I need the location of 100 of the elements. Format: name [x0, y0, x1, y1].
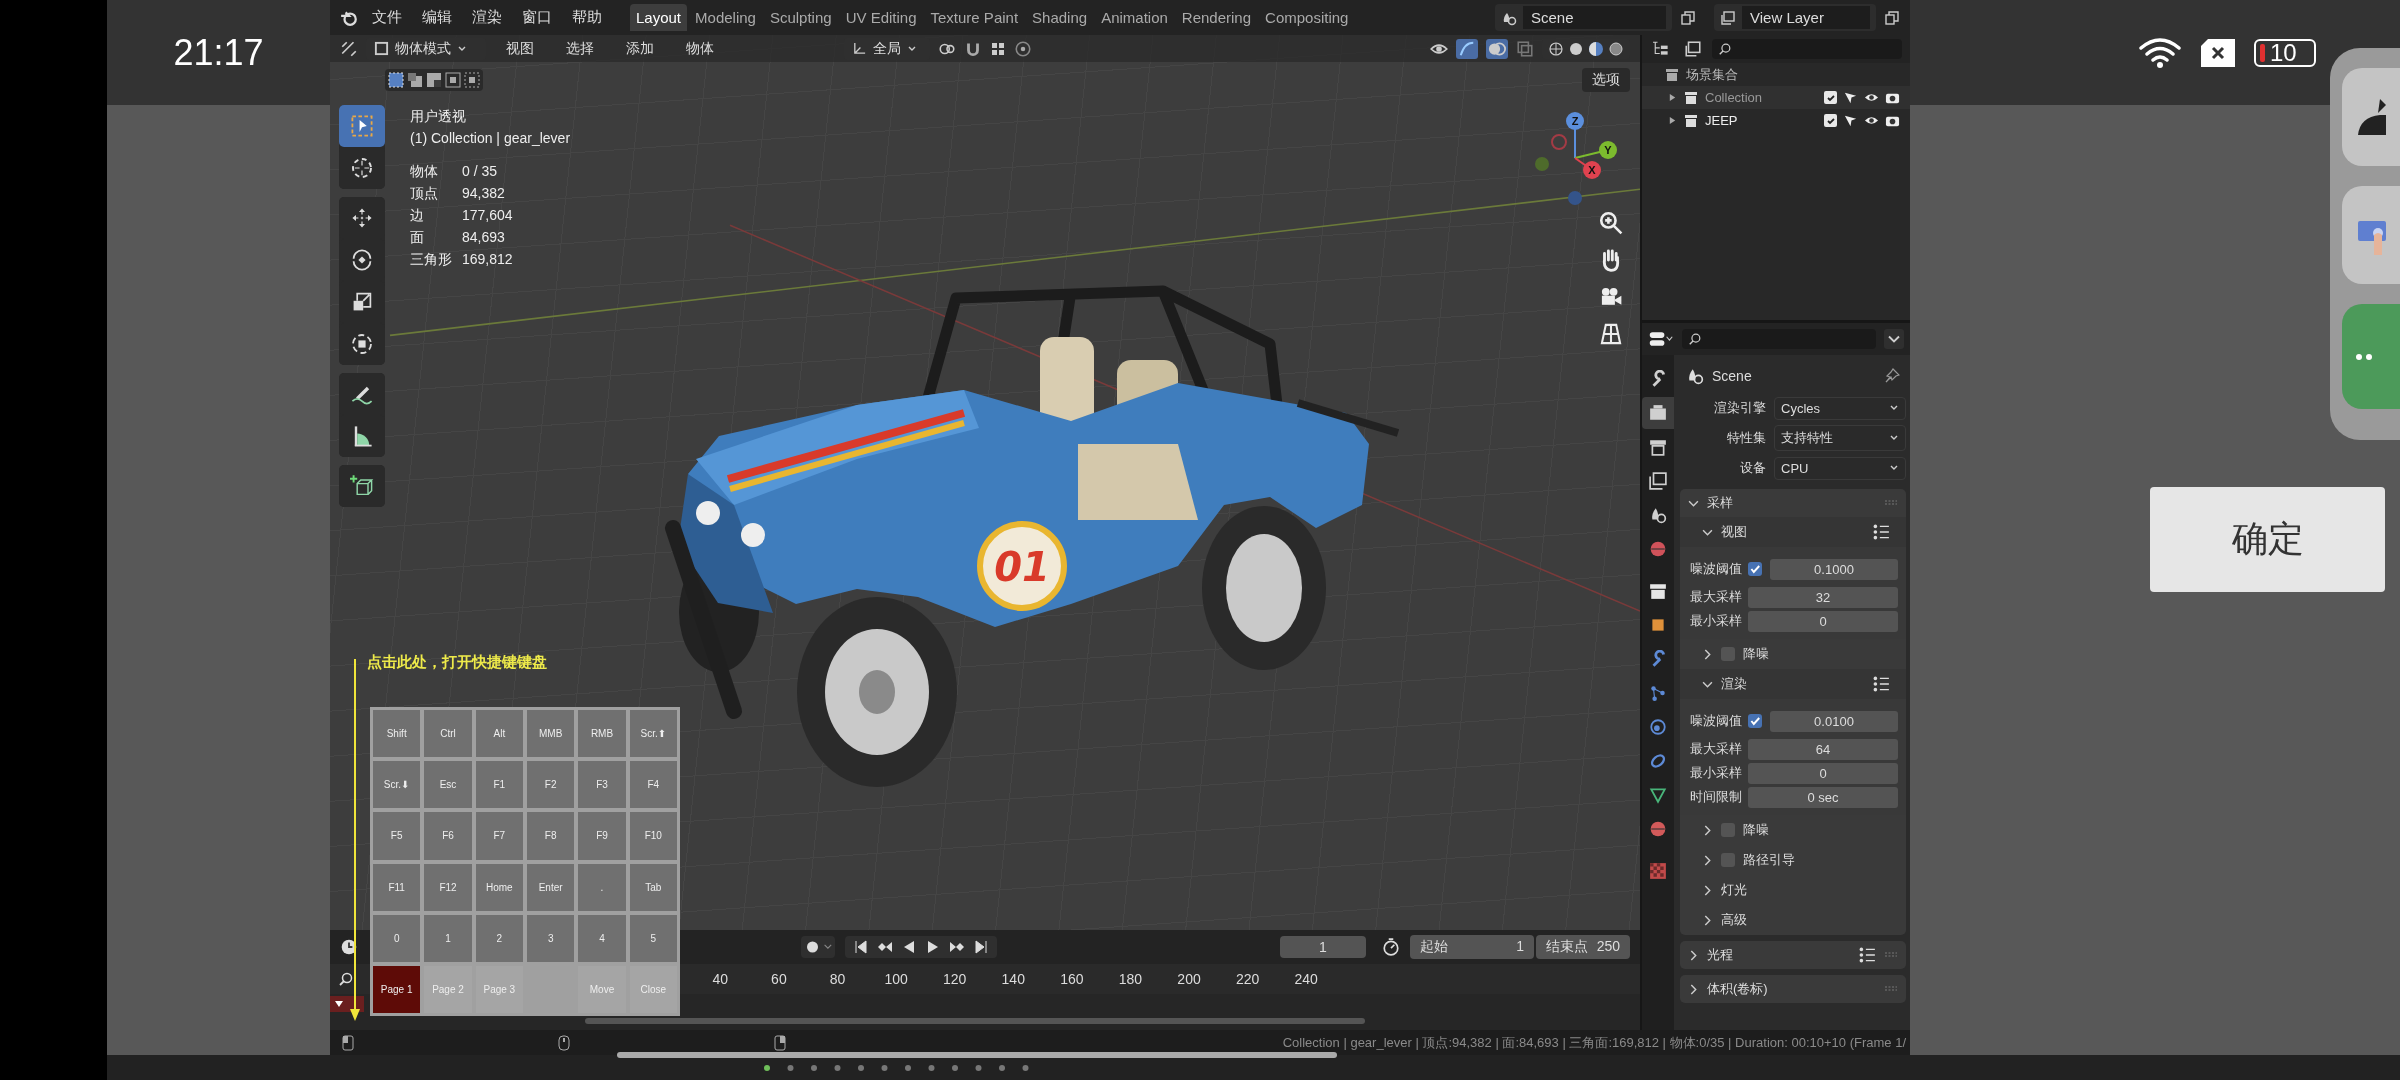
transform-icon[interactable]	[340, 39, 358, 58]
keyboard-key[interactable]: F9	[578, 812, 626, 860]
keyboard-key[interactable]: F1	[475, 761, 523, 809]
outliner-root[interactable]: 场景集合	[1686, 65, 1738, 84]
zoom-icon[interactable]	[1598, 210, 1624, 236]
search-icon[interactable]	[338, 971, 354, 987]
workspace-tab[interactable]: UV Editing	[839, 4, 923, 31]
panel-header[interactable]: 光程	[1680, 941, 1906, 969]
timeline-scrollbar[interactable]	[585, 1018, 1365, 1024]
snap-grid-icon[interactable]	[990, 40, 1006, 57]
keyboard-key[interactable]: RMB	[578, 710, 626, 758]
summary-row[interactable]	[330, 996, 364, 1012]
keyboard-key[interactable]: Home	[475, 863, 523, 911]
copy-icon[interactable]	[1680, 9, 1696, 26]
keyboard-hint[interactable]: 点击此处，打开快捷键键盘	[367, 653, 547, 672]
keyboard-key[interactable]: F2	[527, 761, 575, 809]
subpanel-header[interactable]: 视图	[1680, 517, 1906, 547]
keyboard-key[interactable]: Scr.⬆	[629, 710, 677, 758]
keyboard-key[interactable]: Esc	[424, 761, 472, 809]
dropdown-field[interactable]: 支持特性	[1774, 425, 1906, 451]
search-field[interactable]	[1682, 329, 1876, 349]
keyboard-key[interactable]: F11	[373, 863, 421, 911]
viewport-menu[interactable]: 物体	[674, 39, 726, 58]
viewport-menu[interactable]: 选择	[554, 39, 606, 58]
pointer-icon[interactable]	[1843, 113, 1858, 128]
keyboard-key[interactable]: 2	[475, 914, 523, 962]
next-keyframe-icon[interactable]	[949, 939, 965, 955]
axis-handle[interactable]	[1568, 191, 1582, 205]
keyboard-key[interactable]: Enter	[527, 863, 575, 911]
number-field[interactable]: 0.0100	[1770, 710, 1898, 732]
menu-item[interactable]: 窗口	[516, 8, 558, 27]
keyboard-key[interactable]: Alt	[475, 710, 523, 758]
start-frame-field[interactable]: 起始 1	[1410, 935, 1534, 959]
workspace-tab[interactable]: Animation	[1095, 4, 1174, 31]
jeep-drawing[interactable]: 01	[665, 285, 1400, 787]
xray-icon[interactable]	[1516, 39, 1534, 58]
expand-icon[interactable]	[1668, 93, 1677, 102]
keyboard-key[interactable]: MMB	[527, 710, 575, 758]
keyboard-key[interactable]: Tab	[629, 863, 677, 911]
filter-icon[interactable]	[1684, 40, 1702, 58]
gizmo-toggle-icon[interactable]	[1456, 38, 1478, 59]
editor-type-icon[interactable]	[1648, 330, 1674, 348]
number-field[interactable]: 0	[1748, 762, 1898, 784]
subpanel-header[interactable]: 降噪	[1680, 815, 1906, 845]
outliner-row[interactable]: JEEP	[1642, 109, 1910, 132]
current-frame-field[interactable]: 1	[1280, 936, 1366, 958]
subpanel-header[interactable]: 灯光	[1680, 875, 1906, 905]
number-field[interactable]: 0	[1748, 610, 1898, 632]
grip-icon[interactable]	[1884, 952, 1898, 958]
number-field[interactable]: 0.1000	[1770, 558, 1898, 580]
keyboard-key[interactable]: 1	[424, 914, 472, 962]
keyboard-key[interactable]: F6	[424, 812, 472, 860]
selection-modes[interactable]	[385, 69, 483, 91]
overlay-toggle-icon[interactable]	[1486, 38, 1508, 59]
view-layer-selector[interactable]: View Layer	[1714, 4, 1876, 31]
workspace-tab[interactable]: Modeling	[689, 4, 762, 31]
copy-icon[interactable]	[1884, 9, 1900, 26]
keyboard-key[interactable]: F8	[527, 812, 575, 860]
workspace-tab[interactable]: Rendering	[1175, 4, 1258, 31]
dropdown-icon[interactable]	[1884, 329, 1904, 349]
checkbox[interactable]	[1748, 714, 1762, 728]
keyboard-key[interactable]: 0	[373, 914, 421, 962]
menu-item[interactable]: 渲染	[466, 8, 508, 27]
keyboard-key[interactable]: .	[578, 863, 626, 911]
checkbox[interactable]	[1721, 647, 1735, 661]
list-icon[interactable]	[1858, 946, 1876, 964]
proportional-icon[interactable]	[1014, 39, 1032, 58]
keyboard-key[interactable]: F7	[475, 812, 523, 860]
workspace-tab[interactable]: Texture Paint	[924, 4, 1025, 31]
menu-item[interactable]: 编辑	[416, 8, 458, 27]
menu-item[interactable]: 文件	[366, 8, 408, 27]
viewport-menu[interactable]: 添加	[614, 39, 666, 58]
grid-icon[interactable]	[1598, 321, 1624, 347]
subpanel-header[interactable]: 降噪	[1680, 639, 1906, 669]
checkbox[interactable]	[1721, 823, 1735, 837]
scene-selector[interactable]: Scene	[1495, 4, 1672, 31]
expand-icon[interactable]	[1668, 116, 1677, 125]
pointer-icon[interactable]	[1843, 90, 1858, 105]
panel-header[interactable]: 体积(卷标)	[1680, 975, 1906, 1003]
checkbox[interactable]	[1824, 91, 1837, 104]
end-frame-field[interactable]: 结束点 250	[1536, 935, 1630, 959]
keyboard-key[interactable]: Ctrl	[424, 710, 472, 758]
axis-handle[interactable]	[1574, 157, 1601, 179]
number-field[interactable]: 64	[1748, 738, 1898, 760]
panel-header[interactable]: 采样	[1680, 489, 1906, 517]
jump-start-icon[interactable]	[853, 939, 869, 955]
keyboard-key[interactable]: 5	[629, 914, 677, 962]
keyboard-key[interactable]: F3	[578, 761, 626, 809]
confirm-button[interactable]: 确定	[2150, 487, 2385, 592]
viewport-menu[interactable]: 视图	[494, 39, 546, 58]
grip-icon[interactable]	[1884, 500, 1898, 506]
workspace-tab[interactable]: Compositing	[1259, 4, 1355, 31]
axis-handle[interactable]	[1574, 141, 1617, 159]
jump-end-icon[interactable]	[973, 939, 989, 955]
number-field[interactable]: 0 sec	[1748, 786, 1898, 808]
dropdown-field[interactable]: CPU	[1774, 456, 1906, 480]
add-cube-tool[interactable]	[339, 465, 385, 507]
axis-handle[interactable]	[1551, 134, 1567, 150]
axis-handle[interactable]	[1535, 157, 1549, 171]
checkbox[interactable]	[1824, 114, 1837, 127]
